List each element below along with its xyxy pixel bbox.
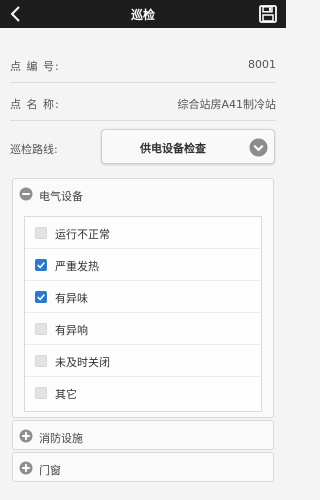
section-fire-safety[interactable]: 消防设施 [12,420,274,450]
checkbox-unchecked[interactable] [35,387,47,399]
checklist-item[interactable]: 严重发热 [25,249,261,281]
checklist-item-label: 其它 [55,388,77,401]
checklist-item-label: 有异响 [55,324,88,337]
checklist-item[interactable]: 有异响 [25,313,261,345]
collapse-minus-icon [19,187,33,201]
point-name-label: 点 名 称: [10,98,60,111]
section-header-doors-windows[interactable]: 门窗 [13,453,273,483]
save-disk-icon[interactable] [258,4,278,24]
route-selected-value: 供电设备检查 [140,142,206,155]
section-doors-windows[interactable]: 门窗 [12,452,274,482]
checkbox-unchecked[interactable] [35,323,47,335]
divider [10,120,276,121]
checkbox-unchecked[interactable] [35,227,47,239]
point-number-label: 点 编 号: [10,60,60,73]
checklist-item-label: 运行不正常 [55,228,110,241]
checklist-item-label: 有异味 [55,292,88,305]
checkbox-checked[interactable] [35,291,47,303]
point-number-value: 8001 [248,58,276,71]
section-title: 消防设施 [39,432,83,445]
route-select[interactable]: 供电设备检查 [101,129,275,164]
section-header-fire-safety[interactable]: 消防设施 [13,421,273,451]
checklist-item-label: 严重发热 [55,260,99,273]
section-title: 门窗 [39,464,61,477]
checkbox-unchecked[interactable] [35,355,47,367]
checkmark-icon [37,262,45,269]
expand-plus-icon [19,461,33,475]
expand-plus-icon [19,429,33,443]
divider [10,82,276,83]
checklist-item-label: 未及时关闭 [55,356,110,369]
checklist-electrical: 运行不正常 严重发热 有异味 有异响 未及时关闭 其它 [24,216,262,412]
checklist-item[interactable]: 其它 [25,377,261,409]
checklist-item[interactable]: 未及时关闭 [25,345,261,377]
section-title: 电气设备 [39,190,83,203]
top-bar: 巡检 [0,0,286,28]
route-label: 巡检路线: [10,143,58,156]
checkbox-checked[interactable] [35,259,47,271]
page-title: 巡检 [130,8,155,22]
section-header-electrical[interactable]: 电气设备 [13,179,273,209]
checklist-item[interactable]: 有异味 [25,281,261,313]
point-name-value: 综合站房A41制冷站 [177,98,276,111]
checkmark-icon [37,294,45,301]
chevron-down-icon [249,138,268,157]
checklist-item[interactable]: 运行不正常 [25,217,261,249]
